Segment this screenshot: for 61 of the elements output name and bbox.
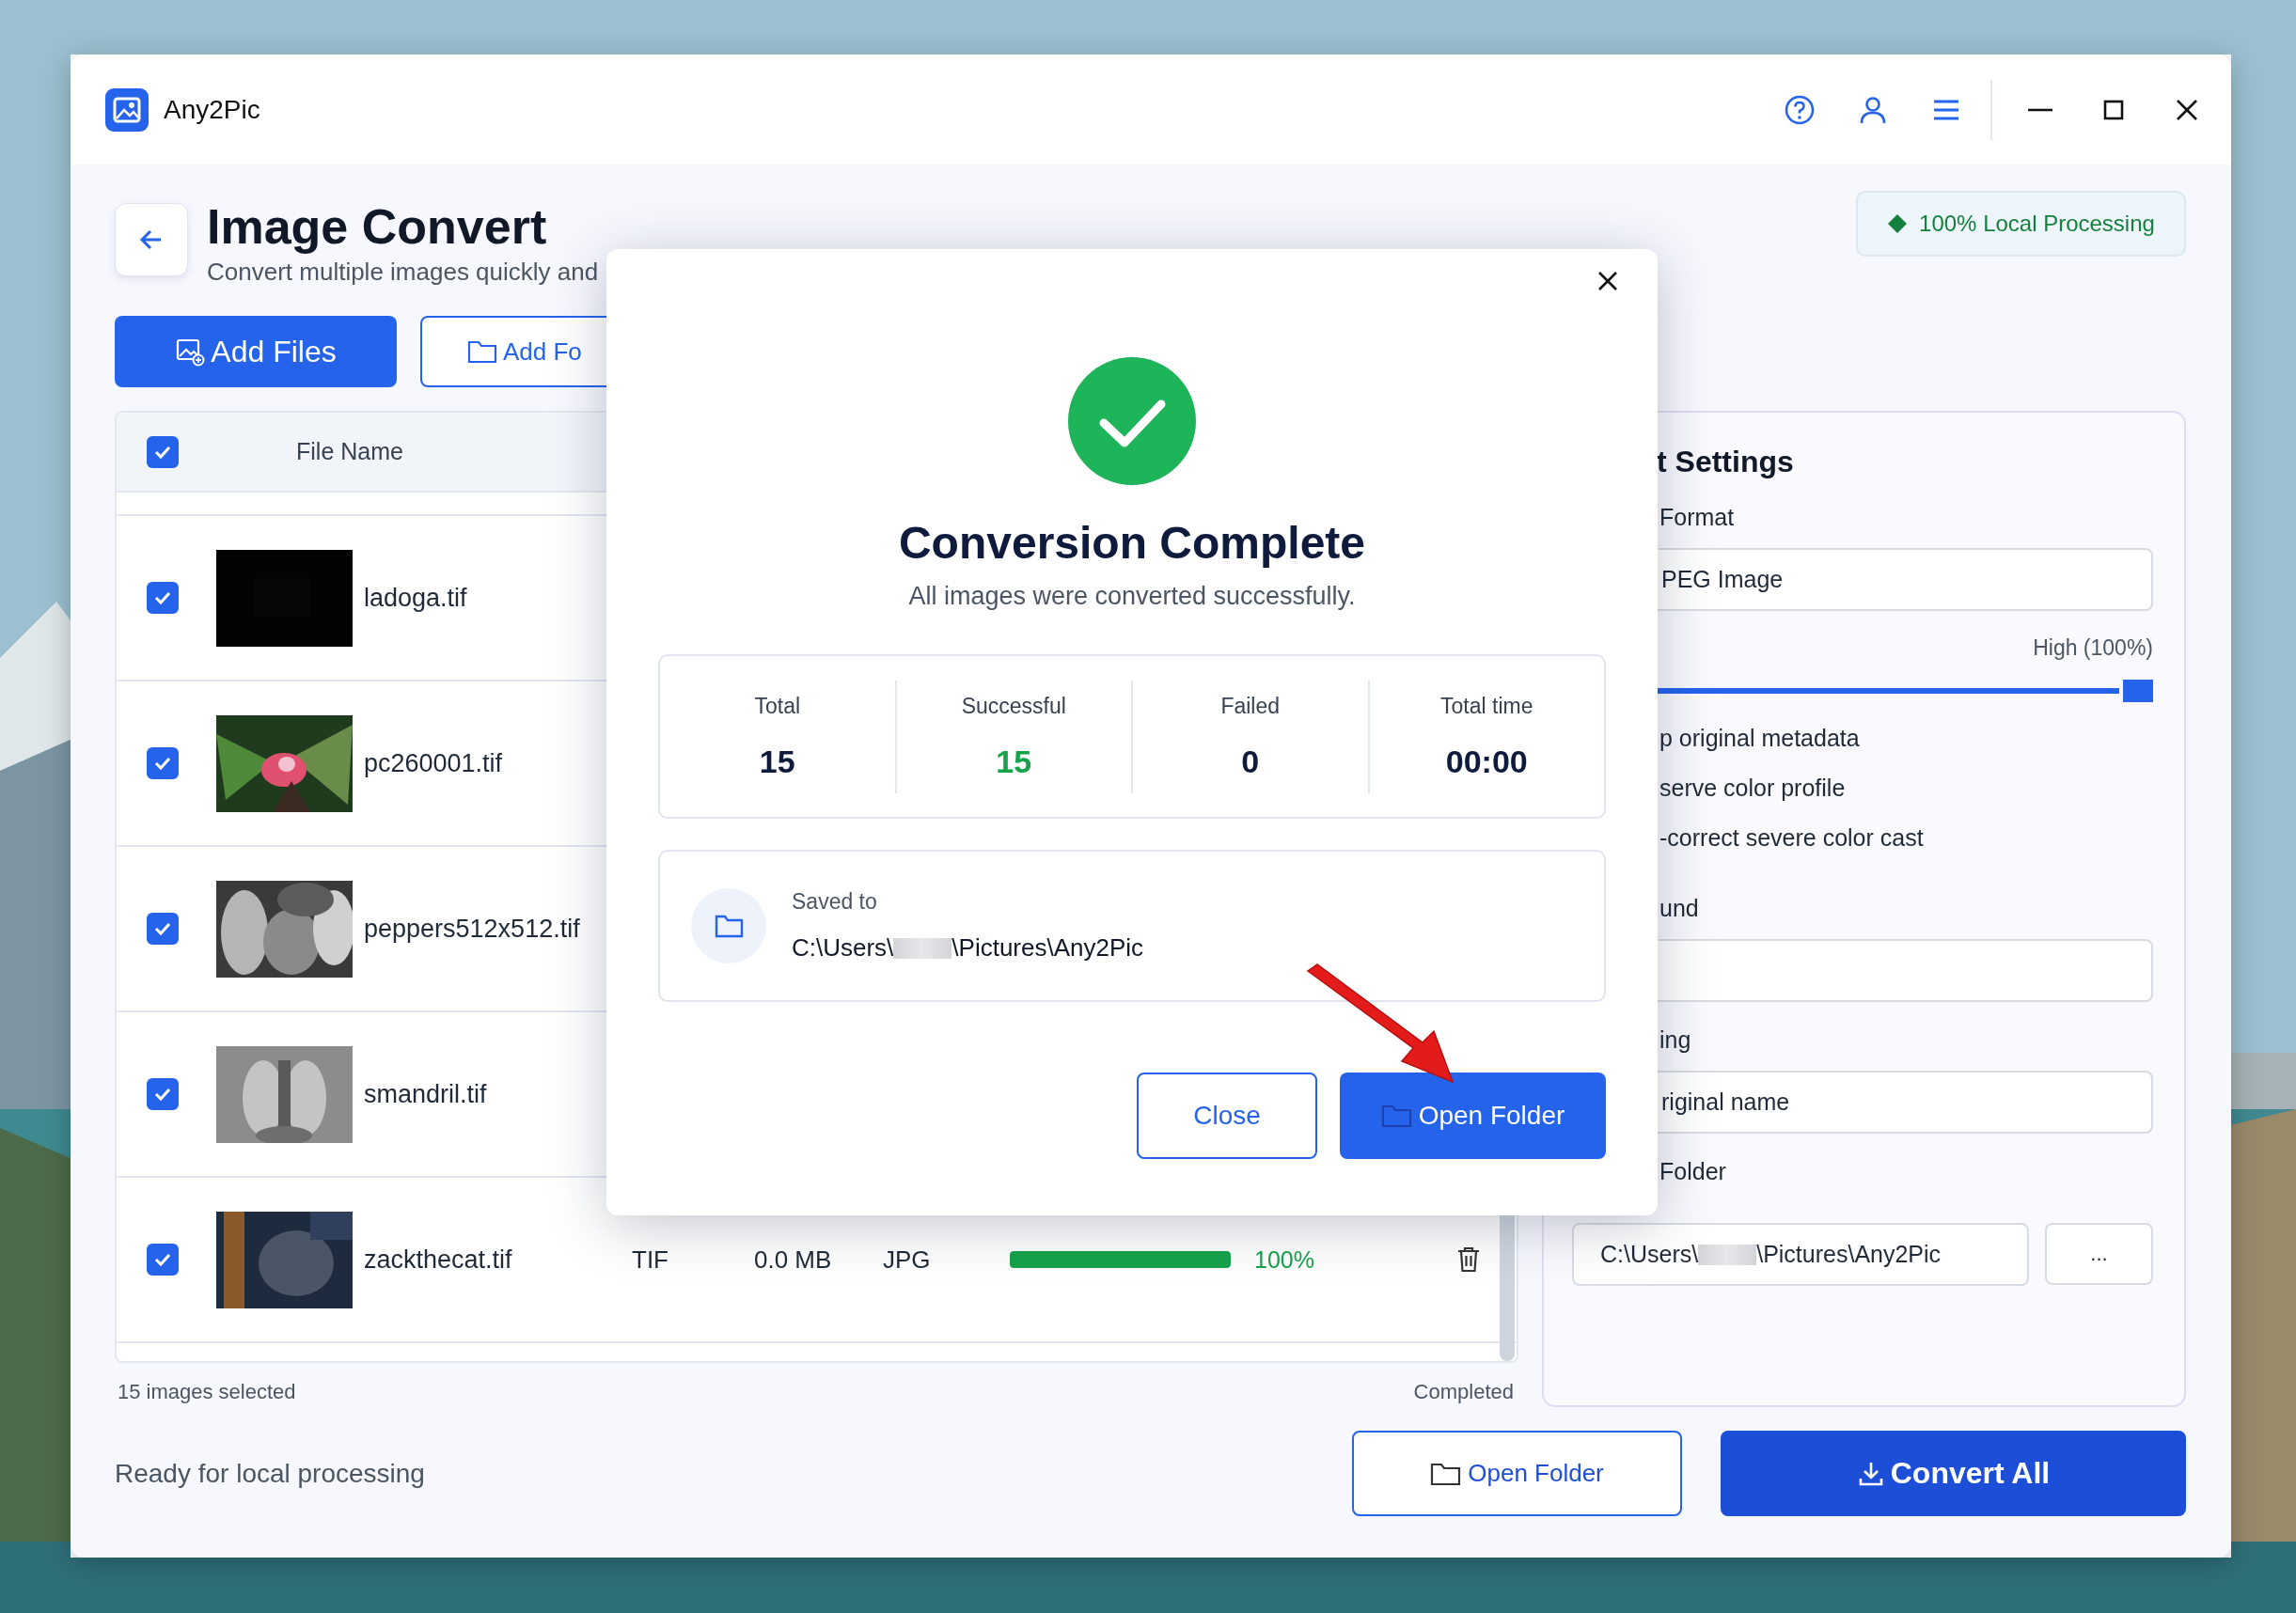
folder-field[interactable]: C:\Users\ \Pictures\Any2Pic [1572,1223,2029,1286]
saved-label: Saved to [792,889,878,915]
row-checkbox[interactable] [147,582,179,614]
background-label: und [1659,895,1700,922]
file-name: pc260001.tif [364,748,504,778]
folder-icon [1380,1103,1413,1129]
option-label: serve color profile [1659,775,1847,802]
option-label: p original metadata [1659,725,1861,752]
stat-value: 0 [1241,743,1260,780]
stat-value: 15 [759,743,795,780]
blurred-text [893,937,952,959]
naming-label: ing [1659,1026,1692,1054]
queue-status: Completed [1413,1380,1514,1404]
file-name: smandril.tif [364,1079,488,1109]
column-header[interactable]: File Name [296,438,403,465]
add-files-button[interactable]: Add Files [115,316,397,387]
folder-icon [467,338,497,365]
folder-icon [691,888,766,963]
folder-label: Folder [1659,1158,1727,1185]
stat-label: Successful [961,693,1066,719]
settings-title: t Settings [1657,445,1795,479]
success-check-icon [1068,357,1196,485]
progress-percent: 100% [1254,1245,1314,1274]
footer-status: Ready for local processing [115,1458,425,1489]
row-checkbox[interactable] [147,1078,179,1110]
path-text: \Pictures\Any2Pic [951,933,1144,963]
row-checkbox[interactable] [147,747,179,779]
file-size: 0.0 MB [754,1245,833,1275]
quality-reading: High (100%) [2033,635,2153,661]
stat-label: Failed [1220,693,1281,719]
open-folder-button[interactable]: Open Folder [1340,1073,1606,1159]
row-checkbox[interactable] [147,913,179,945]
select-all-checkbox[interactable] [147,435,179,468]
page-title: Image Convert [207,198,548,256]
browse-button[interactable]: ... [2045,1223,2153,1285]
file-type: TIF [632,1245,669,1275]
convert-all-button[interactable]: Convert All [1721,1431,2186,1516]
stat-label: Total [754,693,801,719]
open-folder-button[interactable]: Open Folder [1352,1431,1682,1516]
help-icon[interactable] [1784,93,1816,126]
page-subtitle: Convert multiple images quickly and [207,258,599,287]
file-name: peppers512x512.tif [364,914,581,944]
app-name: Any2Pic [164,94,260,125]
path-text: C:\Users\ [792,933,894,963]
file-name: ladoga.tif [364,583,468,613]
selection-count: 15 images selected [118,1380,296,1404]
stat-value: 15 [996,743,1032,780]
app-logo-icon [105,87,149,132]
format-label: Format [1659,504,1736,531]
local-processing-badge: 100% Local Processing [1856,191,2186,257]
blurred-text [1698,1244,1757,1265]
output-format: JPG [883,1245,932,1275]
option-label: -correct severe color cast [1659,824,1925,852]
stat-value: 00:00 [1445,743,1528,780]
image-add-icon [175,337,206,367]
close-button[interactable]: Close [1137,1073,1317,1159]
file-name: zackthecat.tif [364,1245,513,1275]
stat-label: Total time [1440,693,1533,719]
row-checkbox[interactable] [147,1244,179,1276]
dialog-message: All images were converted successfully. [908,582,1356,611]
dialog-title: Conversion Complete [898,517,1366,569]
